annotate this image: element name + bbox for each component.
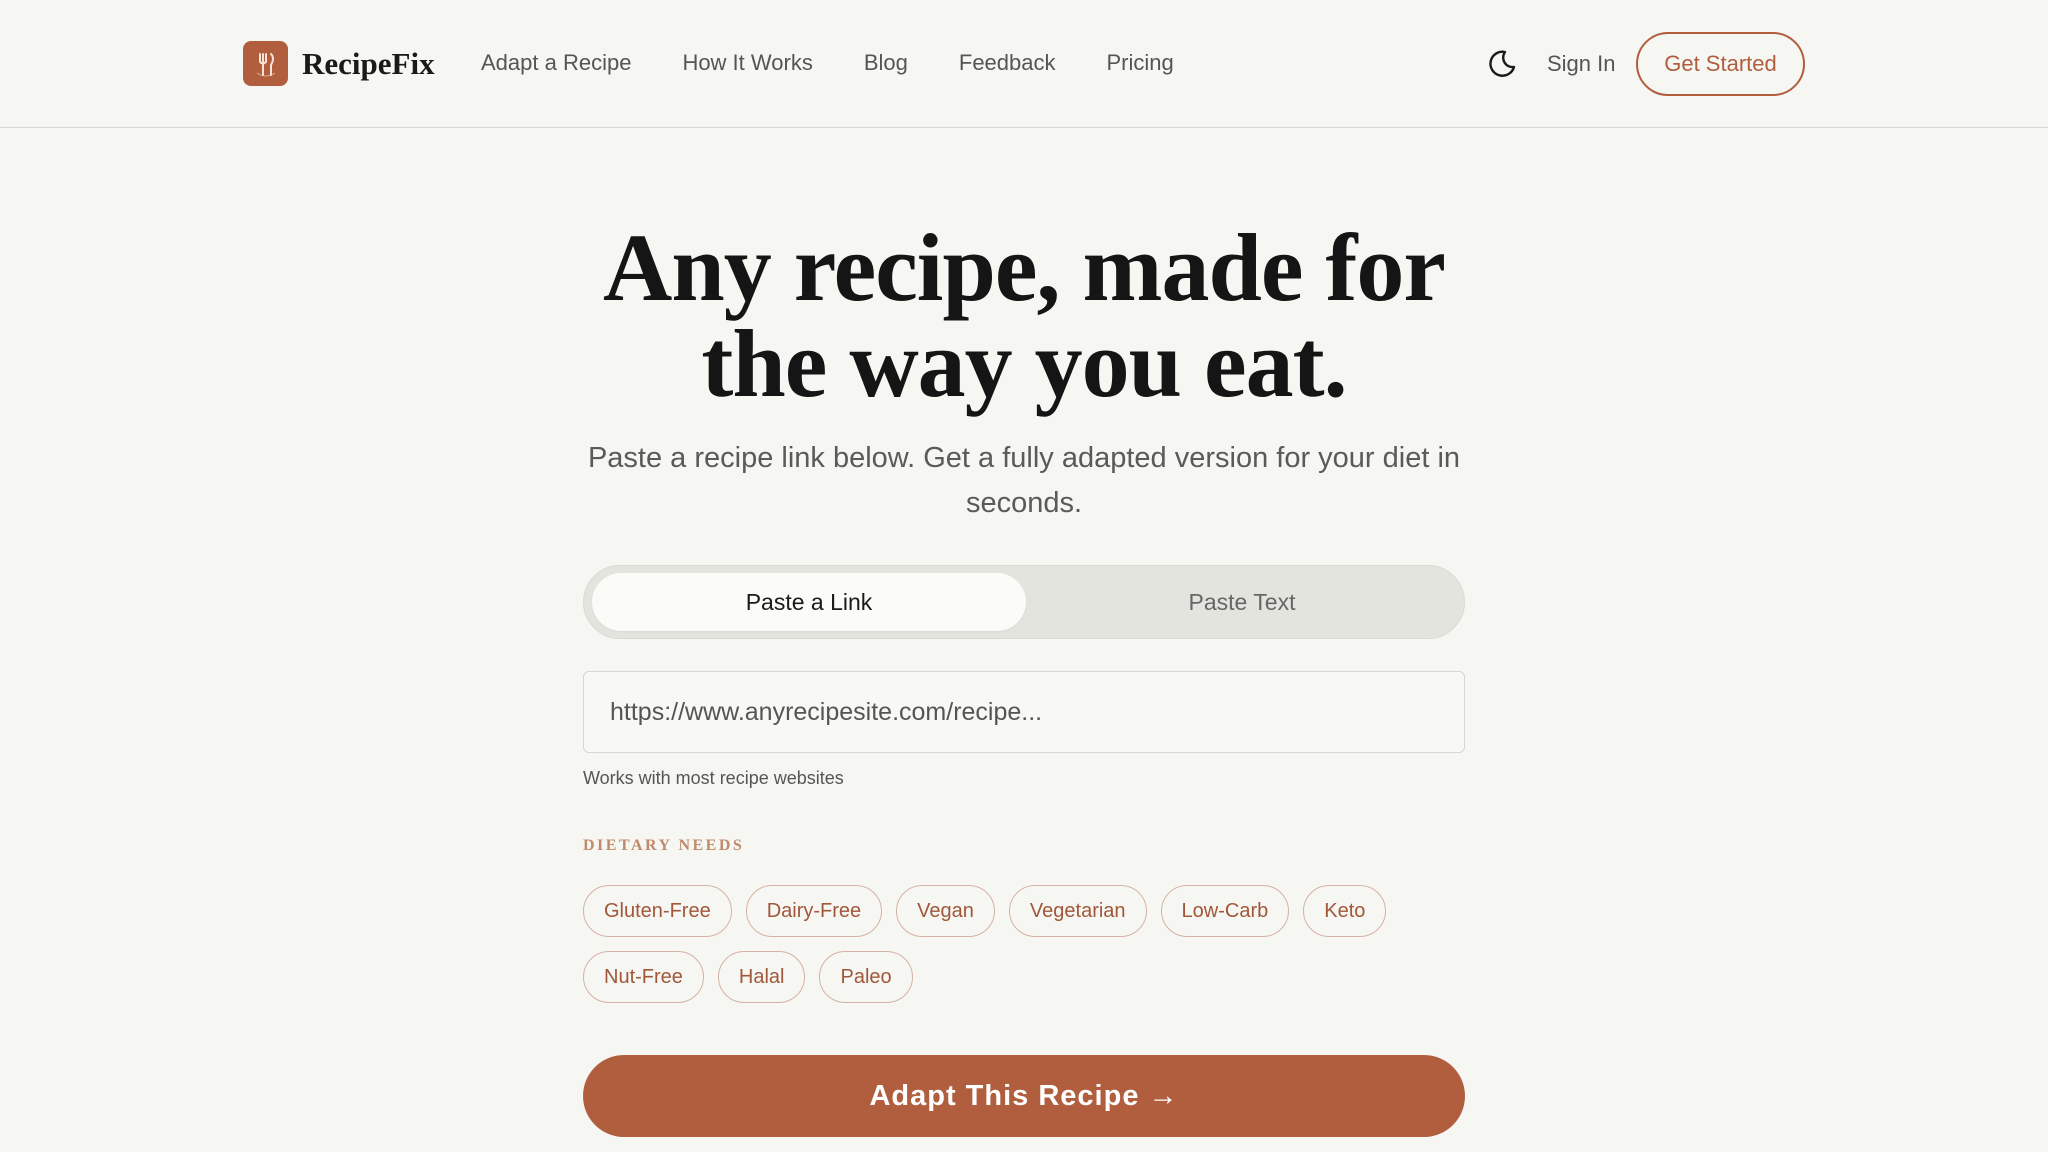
- hero-title-line-2: the way you eat.: [701, 310, 1347, 417]
- input-mode-toggle: Paste a Link Paste Text: [583, 565, 1465, 639]
- logo[interactable]: RecipeFix: [243, 41, 435, 86]
- chip-row-1: Gluten-Free Dairy-Free Vegan Vegetarian …: [583, 885, 1465, 937]
- logo-text: RecipeFix: [302, 45, 435, 81]
- chip-low-carb[interactable]: Low-Carb: [1160, 885, 1290, 937]
- dietary-chips: Gluten-Free Dairy-Free Vegan Vegetarian …: [583, 885, 1465, 1017]
- chip-dairy-free[interactable]: Dairy-Free: [745, 885, 883, 937]
- moon-icon[interactable]: [1486, 48, 1518, 80]
- nav-feedback[interactable]: Feedback: [959, 50, 1056, 76]
- hero-subtitle: Paste a recipe link below. Get a fully a…: [587, 442, 1461, 519]
- site-header: RecipeFix Adapt a Recipe How It Works Bl…: [0, 0, 2048, 128]
- chip-nut-free[interactable]: Nut-Free: [583, 951, 704, 1003]
- recipe-url-input[interactable]: [583, 671, 1465, 753]
- hero-title: Any recipe, made for the way you eat.: [0, 220, 2048, 412]
- hero-title-line-1: Any recipe, made for: [602, 214, 1446, 321]
- sign-in-link[interactable]: Sign In: [1547, 51, 1616, 77]
- tab-paste-text[interactable]: Paste Text: [1025, 573, 1459, 631]
- get-started-button[interactable]: Get Started: [1636, 32, 1805, 96]
- adapt-recipe-button[interactable]: Adapt This Recipe →: [583, 1055, 1465, 1137]
- chip-paleo[interactable]: Paleo: [819, 951, 913, 1003]
- chip-gluten-free[interactable]: Gluten-Free: [583, 885, 732, 937]
- fork-knife-icon: [243, 41, 288, 86]
- chip-vegetarian[interactable]: Vegetarian: [1008, 885, 1147, 937]
- tab-paste-a-link[interactable]: Paste a Link: [592, 573, 1026, 631]
- nav-how-it-works[interactable]: How It Works: [682, 50, 812, 76]
- nav-pricing[interactable]: Pricing: [1107, 50, 1174, 76]
- url-hint: Works with most recipe websites: [583, 768, 844, 788]
- chip-vegan[interactable]: Vegan: [896, 885, 995, 937]
- dietary-needs-label: DIETARY NEEDS: [583, 837, 745, 854]
- nav-blog[interactable]: Blog: [864, 50, 908, 76]
- chip-halal[interactable]: Halal: [717, 951, 806, 1003]
- chip-keto[interactable]: Keto: [1303, 885, 1387, 937]
- main-nav: Adapt a Recipe How It Works Blog Feedbac…: [481, 50, 1174, 76]
- nav-adapt-a-recipe[interactable]: Adapt a Recipe: [481, 50, 631, 76]
- chip-row-2: Nut-Free Halal Paleo: [583, 951, 1465, 1003]
